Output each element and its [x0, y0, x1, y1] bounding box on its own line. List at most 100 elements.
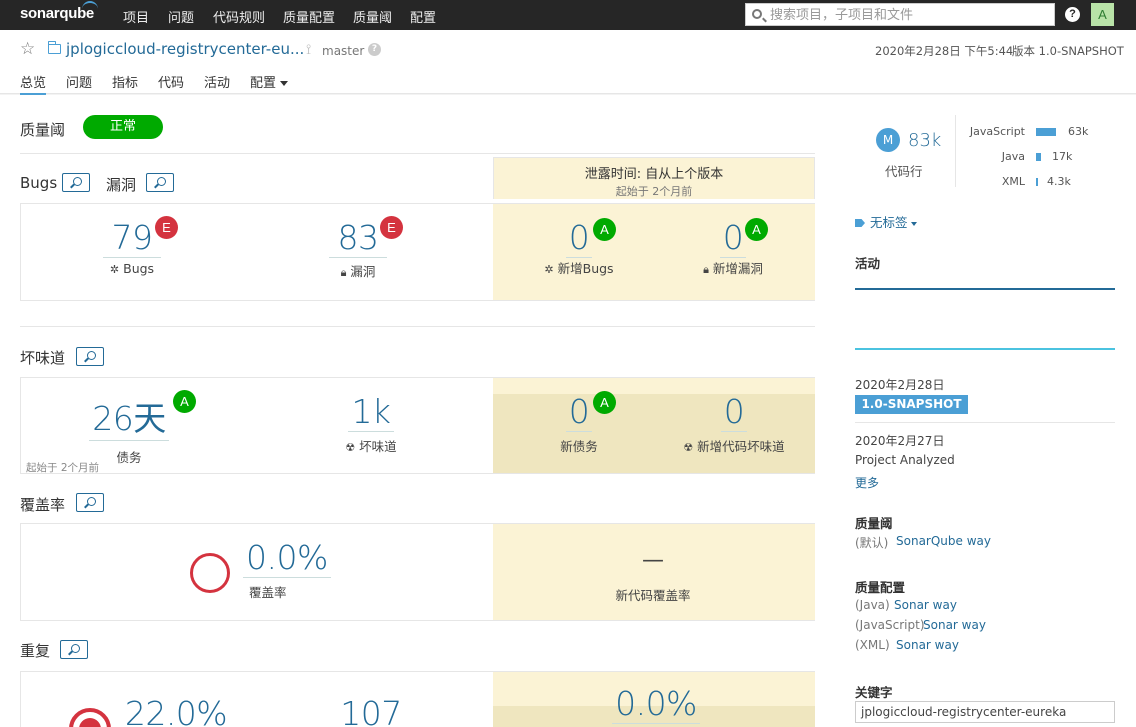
project-version: 版本 1.0-SNAPSHOT	[1012, 44, 1124, 58]
project-folder-icon	[47, 41, 61, 54]
nav-projects[interactable]: 项目	[123, 7, 149, 26]
quality-gate-link[interactable]: SonarQube way	[896, 534, 991, 548]
code-smells-card: 26天 债务 A 起始于 2个月前 1k ☢ 坏味道 0 新债务 A 0 ☢ 新增代…	[20, 377, 815, 474]
tab-configuration[interactable]: 配置	[250, 72, 289, 91]
main-content: 质量阈 正常 泄露时间: 自从上个版本 起始于 2个月前 Bugs 漏洞 79 …	[0, 95, 1136, 727]
profile-language: (XML)	[855, 638, 890, 652]
version-badge: 1.0-SNAPSHOT	[855, 395, 968, 414]
new-bugs-rating[interactable]: A	[593, 218, 616, 241]
branch-icon: ⟟	[306, 42, 312, 58]
new-vulnerabilities-value[interactable]: 0	[719, 218, 747, 258]
new-code-smells-measure[interactable]: 0 ☢ 新增代码坏味道	[669, 392, 799, 455]
tag-icon	[855, 219, 865, 227]
profile-link-xml[interactable]: Sonar way	[896, 638, 959, 652]
coverage-value[interactable]: 0.0%	[243, 538, 331, 578]
vulnerabilities-rating[interactable]: E	[380, 216, 403, 239]
analysis-date: 2020年2月28日 下午5:44	[875, 44, 1014, 58]
new-coverage-label: 新代码覆盖率	[615, 588, 691, 603]
activity-more-link[interactable]: 更多	[855, 474, 879, 491]
sonarqube-logo[interactable]: sonarqube	[20, 1, 98, 22]
bugs-value[interactable]: 79	[103, 218, 161, 258]
lines-of-code-value[interactable]: 83k	[908, 130, 941, 151]
coverage-history-link-icon[interactable]	[76, 493, 104, 512]
code-smells-history-link-icon[interactable]	[76, 347, 104, 366]
tab-configuration-label: 配置	[250, 76, 277, 91]
activity-title: 活动	[855, 256, 881, 271]
vulnerabilities-label: 漏洞	[350, 264, 376, 279]
new-code-smells-value[interactable]: 0	[720, 392, 748, 432]
bugs-rating[interactable]: E	[155, 216, 178, 239]
vulnerabilities-title: 漏洞	[106, 176, 137, 194]
vulnerabilities-value[interactable]: 83	[329, 218, 387, 258]
code-smells-measure[interactable]: 1k ☢ 坏味道	[331, 392, 411, 455]
duplication-measure[interactable]: 22.0%	[121, 694, 231, 727]
profile-link-java[interactable]: Sonar way	[894, 598, 957, 612]
new-debt-value[interactable]: 0	[565, 392, 593, 432]
bugs-history-link-icon[interactable]	[62, 173, 90, 192]
new-debt-rating[interactable]: A	[593, 391, 616, 414]
user-avatar[interactable]: A	[1091, 3, 1114, 26]
language-name: JavaScript	[969, 125, 1025, 138]
new-duplication-measure[interactable]: 0.0%	[601, 684, 711, 724]
leak-period-title: 泄露时间: 自从上个版本	[584, 167, 724, 182]
quality-gate-default-prefix: (默认)	[855, 536, 889, 550]
tab-issues[interactable]: 问题	[66, 72, 92, 91]
project-key-title: 关键字	[855, 685, 893, 700]
bugs-measure[interactable]: 79 ✲ Bugs	[103, 218, 161, 276]
smell-icon: ☢	[683, 441, 694, 454]
tags-label: 无标签	[870, 215, 908, 230]
project-key-field[interactable]: jplogiccloud-registrycenter-eureka	[855, 701, 1115, 723]
coverage-donut-icon	[190, 553, 230, 593]
nav-issues[interactable]: 问题	[168, 7, 194, 26]
nav-quality-gates[interactable]: 质量阈	[353, 7, 392, 26]
duplications-title: 重复	[20, 642, 51, 660]
debt-value[interactable]: 26天	[89, 392, 169, 441]
tab-code[interactable]: 代码	[158, 72, 184, 91]
search-input[interactable]	[770, 6, 1050, 24]
code-smells-value[interactable]: 1k	[348, 392, 394, 432]
tab-measures[interactable]: 指标	[112, 72, 138, 91]
duplications-card: 22.0% 107 0.0%	[20, 671, 815, 727]
coverage-measure[interactable]: 0.0% 覆盖率	[243, 538, 331, 601]
duplicated-blocks-value[interactable]: 107	[337, 694, 405, 727]
nav-quality-profiles[interactable]: 质量配置	[283, 7, 335, 26]
language-loc: 17k	[1052, 150, 1073, 163]
divider	[20, 153, 815, 154]
favorite-star-icon[interactable]: ☆	[20, 39, 35, 59]
language-loc: 4.3k	[1047, 175, 1071, 188]
language-bar	[1036, 178, 1038, 186]
quality-gate-status-badge: 正常	[83, 115, 163, 139]
vulnerabilities-history-link-icon[interactable]	[146, 173, 174, 192]
tab-activity[interactable]: 活动	[204, 72, 230, 91]
vulnerabilities-measure[interactable]: 83 🔒︎ 漏洞	[329, 218, 387, 280]
help-icon[interactable]: ?	[1065, 7, 1080, 22]
duplicated-blocks-measure[interactable]: 107	[331, 694, 411, 727]
global-search[interactable]	[745, 3, 1055, 26]
profile-link-javascript[interactable]: Sonar way	[923, 618, 986, 632]
debt-rating[interactable]: A	[173, 390, 196, 413]
lock-icon: 🔒︎	[703, 263, 709, 276]
nav-administration[interactable]: 配置	[410, 7, 436, 26]
tab-overview[interactable]: 总览	[20, 72, 47, 96]
tags-dropdown[interactable]: 无标签	[855, 212, 917, 231]
new-debt-label: 新债务	[560, 439, 598, 454]
new-duplication-value[interactable]: 0.0%	[612, 684, 700, 724]
new-bugs-value[interactable]: 0	[565, 218, 593, 258]
new-code-smells-label: 新增代码坏味道	[697, 439, 785, 454]
debt-label: 债务	[116, 450, 142, 465]
branch-name: master	[322, 44, 365, 58]
new-vulnerabilities-rating[interactable]: A	[745, 218, 768, 241]
debt-measure[interactable]: 26天 债务	[89, 392, 169, 466]
new-coverage-measure: — 新代码覆盖率	[581, 548, 725, 604]
project-header: ☆ jplogiccloud-registrycenter-eu... ⟟ ma…	[0, 30, 1136, 96]
bugs-label: Bugs	[123, 261, 155, 276]
leak-period-subtitle: 起始于 2个月前	[615, 185, 693, 198]
duplication-value[interactable]: 22.0%	[122, 694, 230, 727]
nav-rules[interactable]: 代码规则	[213, 7, 265, 26]
branch-help-icon[interactable]: ?	[368, 43, 381, 56]
profile-language: (JavaScript)	[855, 618, 925, 632]
project-name[interactable]: jplogiccloud-registrycenter-eu...	[66, 40, 304, 58]
logo-wave-icon	[82, 1, 98, 9]
divider	[20, 326, 815, 327]
duplications-history-link-icon[interactable]	[60, 640, 88, 659]
